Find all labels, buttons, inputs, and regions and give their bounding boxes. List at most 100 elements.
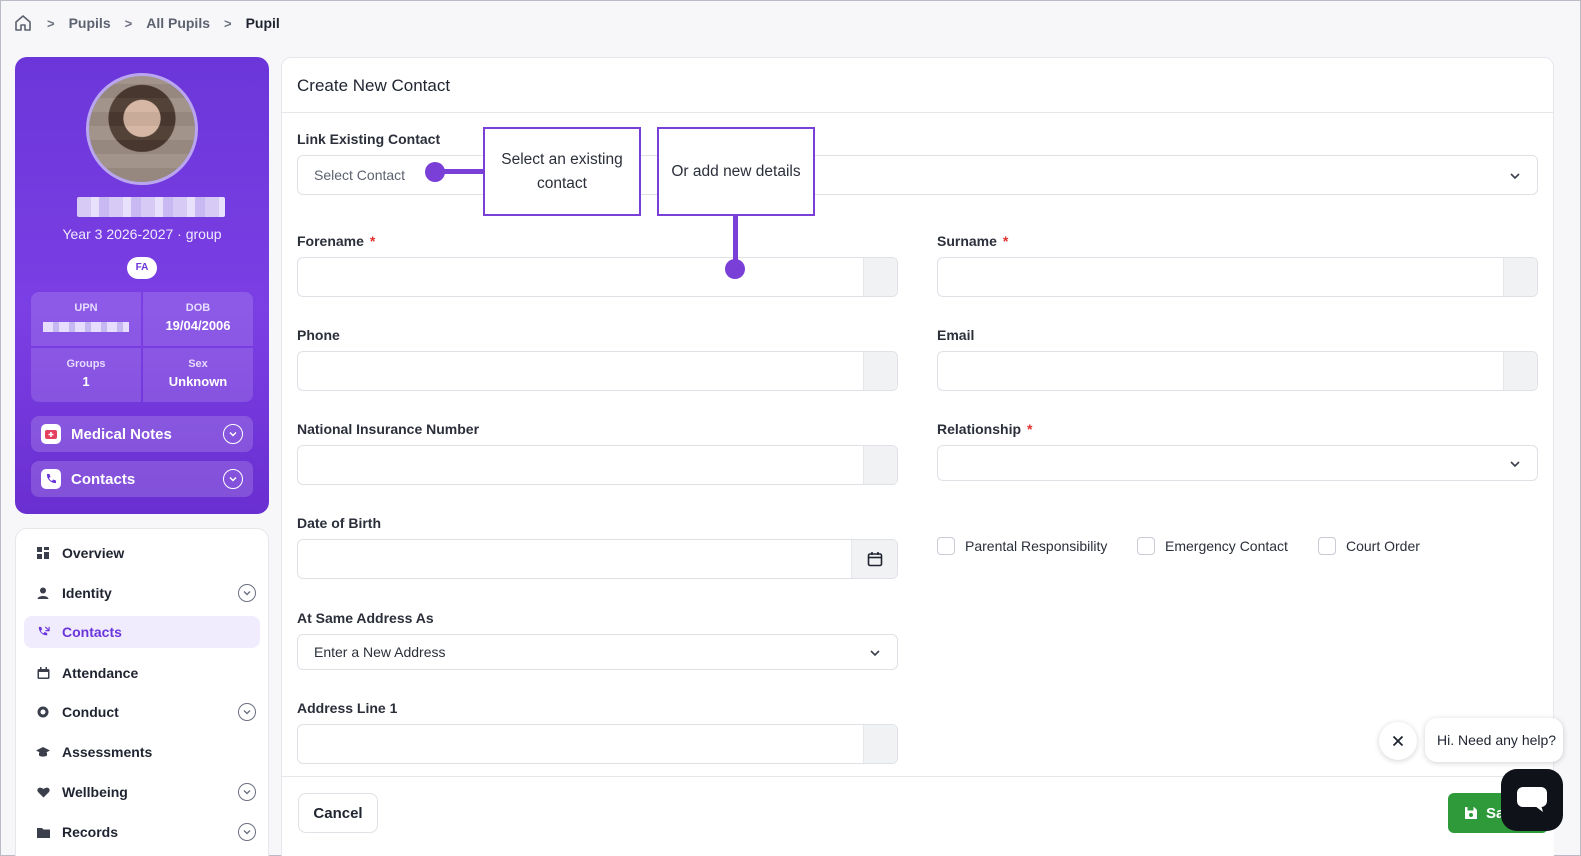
initials-badge: FA (127, 257, 157, 279)
chevron-right-icon: > (224, 15, 232, 31)
breadcrumb-pupils[interactable]: Pupils (69, 15, 111, 31)
court-order-checkbox[interactable]: Court Order (1318, 537, 1420, 555)
tour-anchor-dot (725, 259, 745, 279)
breadcrumb-pupil: Pupil (245, 15, 280, 31)
phone-label: Phone (297, 327, 340, 343)
checkbox[interactable] (1137, 537, 1155, 555)
input-addon (863, 352, 897, 390)
stat-label: UPN (74, 302, 98, 314)
form-footer (282, 777, 1554, 856)
calendar-icon (36, 666, 50, 680)
stat-label: Sex (188, 358, 208, 370)
relationship-label: Relationship * (937, 421, 1033, 437)
year-group: Year 3 2026-2027 · group (62, 226, 222, 242)
chevron-down-icon[interactable] (238, 823, 256, 841)
stat-value: Unknown (168, 374, 228, 389)
select-placeholder: Select Contact (314, 167, 406, 183)
input-addon (1503, 258, 1537, 296)
chevron-down-icon[interactable] (238, 783, 256, 801)
contacts-accordion[interactable]: Contacts (31, 461, 253, 497)
user-icon (36, 586, 50, 600)
checkbox[interactable] (1318, 537, 1336, 555)
chevron-right-icon: > (47, 15, 55, 31)
nav-item-attendance[interactable]: Attendance (24, 657, 260, 689)
grid-icon (36, 546, 50, 560)
nav-label: Records (62, 824, 119, 840)
checkbox-label: Emergency Contact (1165, 538, 1288, 554)
input-addon (863, 446, 897, 484)
nav-label: Overview (62, 545, 125, 561)
ni-number-label: National Insurance Number (297, 421, 480, 437)
cancel-button[interactable]: Cancel (298, 793, 378, 833)
chevron-down-icon (869, 646, 881, 662)
nav-label: Identity (62, 585, 112, 601)
stat-label: Groups (66, 358, 106, 370)
address-line1-input[interactable] (297, 724, 898, 764)
chevron-down-icon[interactable] (238, 703, 256, 721)
divider (282, 112, 1553, 113)
emergency-contact-checkbox[interactable]: Emergency Contact (1137, 537, 1288, 555)
avatar (86, 73, 198, 185)
dob-input[interactable] (297, 539, 898, 579)
badge-icon (36, 705, 50, 719)
chevron-down-icon[interactable] (223, 424, 243, 444)
input-addon (1503, 352, 1537, 390)
nav-item-contacts[interactable]: Contacts (24, 616, 260, 648)
chat-icon (1517, 787, 1547, 813)
surname-label: Surname * (937, 233, 1009, 249)
pupil-stats: UPN DOB 19/04/2006 Groups 1 Sex Unknown (31, 292, 253, 402)
chevron-down-icon[interactable] (223, 469, 243, 489)
medical-notes-label: Medical Notes (71, 425, 172, 443)
checkbox[interactable] (937, 537, 955, 555)
chat-launcher-button[interactable] (1501, 769, 1563, 831)
tour-callout-existing-contact: Select an existing contact (483, 127, 641, 216)
medical-icon (41, 424, 61, 444)
nav-item-overview[interactable]: Overview (24, 537, 260, 569)
email-label: Email (937, 327, 975, 343)
nav-item-wellbeing[interactable]: Wellbeing (24, 776, 260, 808)
nav-label: Contacts (62, 624, 122, 640)
nav-item-records[interactable]: Records (24, 816, 260, 848)
heart-icon (36, 785, 50, 799)
surname-input[interactable] (937, 257, 1538, 297)
page-title: Create New Contact (297, 76, 451, 95)
graduation-cap-icon (36, 745, 50, 759)
forename-label: Forename * (297, 233, 376, 249)
tour-connector (435, 169, 485, 174)
breadcrumb: > Pupils > All Pupils > Pupil (13, 11, 280, 35)
contacts-label: Contacts (71, 470, 136, 488)
dob-label: Date of Birth (297, 515, 381, 531)
phone-icon (41, 469, 61, 489)
link-existing-label: Link Existing Contact (297, 131, 441, 147)
same-address-label: At Same Address As (297, 610, 434, 626)
medical-notes-accordion[interactable]: Medical Notes (31, 416, 253, 452)
close-icon[interactable] (1379, 722, 1417, 760)
nav-item-conduct[interactable]: Conduct (24, 696, 260, 728)
breadcrumb-all-pupils[interactable]: All Pupils (146, 15, 210, 31)
create-contact-panel: Create New Contact Link Existing Contact… (281, 57, 1554, 856)
same-address-select[interactable]: Enter a New Address (297, 634, 898, 670)
ni-number-input[interactable] (297, 445, 898, 485)
email-input[interactable] (937, 351, 1538, 391)
nav-item-assessments[interactable]: Assessments (24, 736, 260, 768)
stat-value: 19/04/2006 (165, 318, 231, 333)
pupil-name-redacted (77, 197, 225, 217)
help-message-bubble[interactable]: Hi. Need any help? (1425, 718, 1563, 762)
calendar-icon[interactable] (851, 540, 897, 578)
chevron-down-icon (1509, 457, 1521, 473)
stat-sex: Sex Unknown (143, 348, 253, 402)
folder-icon (36, 825, 50, 839)
nav-label: Conduct (62, 704, 119, 720)
address-line1-label: Address Line 1 (297, 700, 398, 716)
stat-dob: DOB 19/04/2006 (143, 292, 253, 346)
phone-input[interactable] (297, 351, 898, 391)
forename-input[interactable] (297, 257, 898, 297)
home-icon[interactable] (13, 13, 33, 33)
checkbox-label: Parental Responsibility (965, 538, 1108, 554)
nav-item-identity[interactable]: Identity (24, 577, 260, 609)
chevron-down-icon[interactable] (238, 584, 256, 602)
select-value: Enter a New Address (314, 644, 446, 660)
parental-responsibility-checkbox[interactable]: Parental Responsibility (937, 537, 1107, 555)
relationship-select[interactable] (937, 445, 1538, 481)
pupil-profile-card: Year 3 2026-2027 · group FA UPN DOB 19/0… (15, 57, 269, 514)
